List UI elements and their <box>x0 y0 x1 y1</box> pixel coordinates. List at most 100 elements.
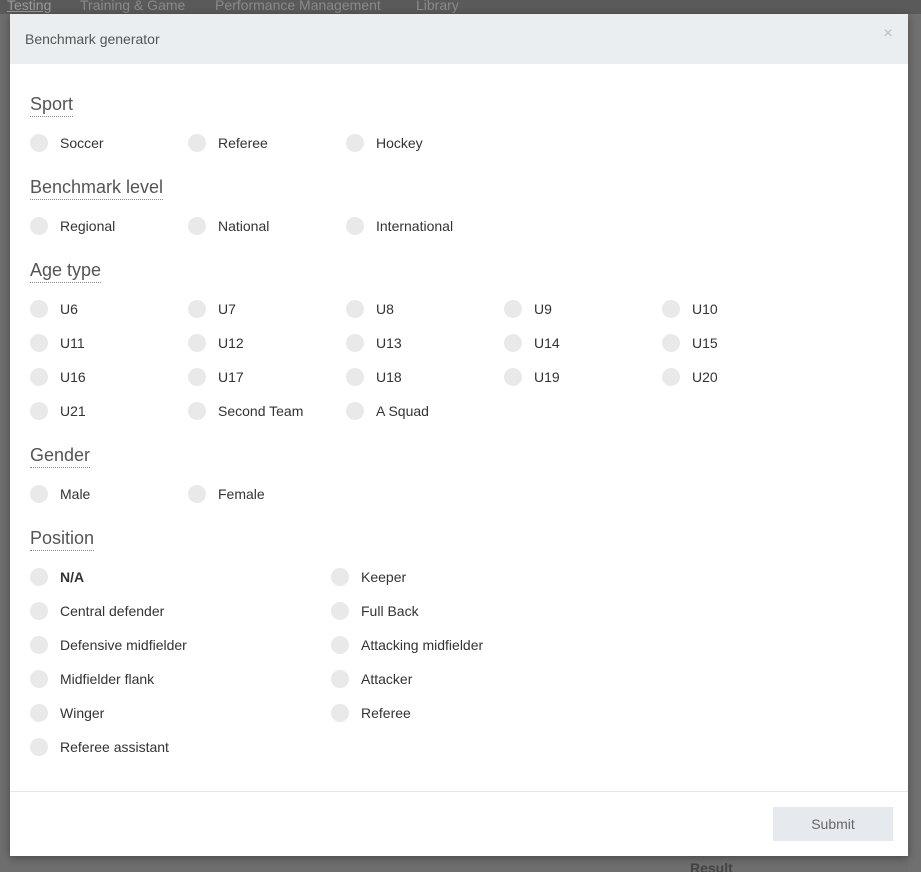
option-label: U13 <box>376 335 402 351</box>
radio-circle[interactable] <box>504 368 522 386</box>
radio-position-midfielder-flank[interactable]: Midfielder flank <box>30 669 154 689</box>
radio-age-u17[interactable]: U17 <box>188 367 244 387</box>
radio-circle[interactable] <box>188 402 206 420</box>
radio-circle[interactable] <box>346 334 364 352</box>
radio-position-attacker[interactable]: Attacker <box>331 669 412 689</box>
radio-circle[interactable] <box>331 704 349 722</box>
radio-circle[interactable] <box>346 217 364 235</box>
radio-sport-soccer[interactable]: Soccer <box>30 133 104 153</box>
option-label: U15 <box>692 335 718 351</box>
radio-circle[interactable] <box>188 134 206 152</box>
option-label: U11 <box>60 335 85 351</box>
radio-age-u19[interactable]: U19 <box>504 367 560 387</box>
radio-circle[interactable] <box>30 485 48 503</box>
option-label: U19 <box>534 369 560 385</box>
radio-circle[interactable] <box>331 636 349 654</box>
radio-circle[interactable] <box>188 485 206 503</box>
radio-circle[interactable] <box>662 368 680 386</box>
radio-circle[interactable] <box>30 704 48 722</box>
radio-circle[interactable] <box>662 300 680 318</box>
option-label: Referee assistant <box>60 739 169 755</box>
radio-position-attacking-midfielder[interactable]: Attacking midfielder <box>331 635 483 655</box>
section-title-age-type: Age type <box>30 260 102 283</box>
radio-position-na[interactable]: N/A <box>30 567 84 587</box>
radio-age-u6[interactable]: U6 <box>30 299 78 319</box>
radio-age-u10[interactable]: U10 <box>662 299 718 319</box>
radio-position-referee-assistant[interactable]: Referee assistant <box>30 737 169 757</box>
radio-circle[interactable] <box>504 300 522 318</box>
nav-library: Library <box>416 0 459 13</box>
background-result-label: Result <box>690 860 733 872</box>
radio-position-keeper[interactable]: Keeper <box>331 567 406 587</box>
radio-sport-hockey[interactable]: Hockey <box>346 133 423 153</box>
radio-position-referee[interactable]: Referee <box>331 703 411 723</box>
radio-circle[interactable] <box>346 300 364 318</box>
radio-level-national[interactable]: National <box>188 216 269 236</box>
radio-circle[interactable] <box>331 568 349 586</box>
radio-circle[interactable] <box>30 738 48 756</box>
option-label: N/A <box>60 569 85 585</box>
radio-gender-female[interactable]: Female <box>188 484 265 504</box>
radio-level-regional[interactable]: Regional <box>30 216 115 236</box>
footer-divider <box>10 791 908 792</box>
radio-sport-referee[interactable]: Referee <box>188 133 268 153</box>
radio-age-a-squad[interactable]: A Squad <box>346 401 429 421</box>
radio-age-u11[interactable]: U11 <box>30 333 85 353</box>
option-label: National <box>218 218 270 234</box>
radio-age-u15[interactable]: U15 <box>662 333 718 353</box>
option-label: A Squad <box>376 403 429 419</box>
radio-level-international[interactable]: International <box>346 216 453 236</box>
radio-circle[interactable] <box>30 334 48 352</box>
radio-circle[interactable] <box>188 217 206 235</box>
radio-gender-male[interactable]: Male <box>30 484 90 504</box>
radio-circle[interactable] <box>30 368 48 386</box>
nav-testing: Testing <box>7 0 52 13</box>
radio-position-winger[interactable]: Winger <box>30 703 104 723</box>
submit-button[interactable]: Submit <box>773 807 893 841</box>
radio-circle[interactable] <box>504 334 522 352</box>
radio-circle[interactable] <box>30 602 48 620</box>
option-label: Soccer <box>60 135 104 151</box>
option-label: U14 <box>534 335 560 351</box>
radio-position-defensive-midfielder[interactable]: Defensive midfielder <box>30 635 187 655</box>
radio-circle[interactable] <box>30 670 48 688</box>
radio-age-u18[interactable]: U18 <box>346 367 402 387</box>
section-title-position: Position <box>30 528 95 551</box>
radio-age-u14[interactable]: U14 <box>504 333 560 353</box>
radio-age-second-team[interactable]: Second Team <box>188 401 303 421</box>
radio-position-central-defender[interactable]: Central defender <box>30 601 164 621</box>
radio-age-u12[interactable]: U12 <box>188 333 244 353</box>
radio-circle[interactable] <box>30 134 48 152</box>
radio-age-u7[interactable]: U7 <box>188 299 236 319</box>
radio-circle[interactable] <box>30 636 48 654</box>
radio-circle[interactable] <box>188 300 206 318</box>
radio-age-u8[interactable]: U8 <box>346 299 394 319</box>
radio-circle[interactable] <box>30 217 48 235</box>
option-label: Attacker <box>361 671 413 687</box>
radio-age-u21[interactable]: U21 <box>30 401 86 421</box>
option-label: Attacking midfielder <box>361 637 484 653</box>
radio-age-u20[interactable]: U20 <box>662 367 718 387</box>
radio-circle[interactable] <box>188 368 206 386</box>
radio-age-u13[interactable]: U13 <box>346 333 402 353</box>
option-label: U16 <box>60 369 86 385</box>
option-label: Referee <box>361 705 411 721</box>
option-label: U8 <box>376 301 394 317</box>
radio-circle[interactable] <box>30 300 48 318</box>
radio-circle[interactable] <box>331 602 349 620</box>
radio-circle[interactable] <box>662 334 680 352</box>
radio-circle[interactable] <box>331 670 349 688</box>
option-label: U9 <box>534 301 552 317</box>
option-label: Referee <box>218 135 268 151</box>
radio-position-full-back[interactable]: Full Back <box>331 601 419 621</box>
radio-circle[interactable] <box>30 402 48 420</box>
radio-circle[interactable] <box>188 334 206 352</box>
close-icon[interactable]: × <box>880 26 896 42</box>
radio-circle[interactable] <box>346 368 364 386</box>
radio-circle[interactable] <box>346 134 364 152</box>
radio-circle[interactable] <box>30 568 48 586</box>
radio-age-u9[interactable]: U9 <box>504 299 552 319</box>
radio-circle[interactable] <box>346 402 364 420</box>
radio-age-u16[interactable]: U16 <box>30 367 86 387</box>
option-label: Keeper <box>361 569 407 585</box>
